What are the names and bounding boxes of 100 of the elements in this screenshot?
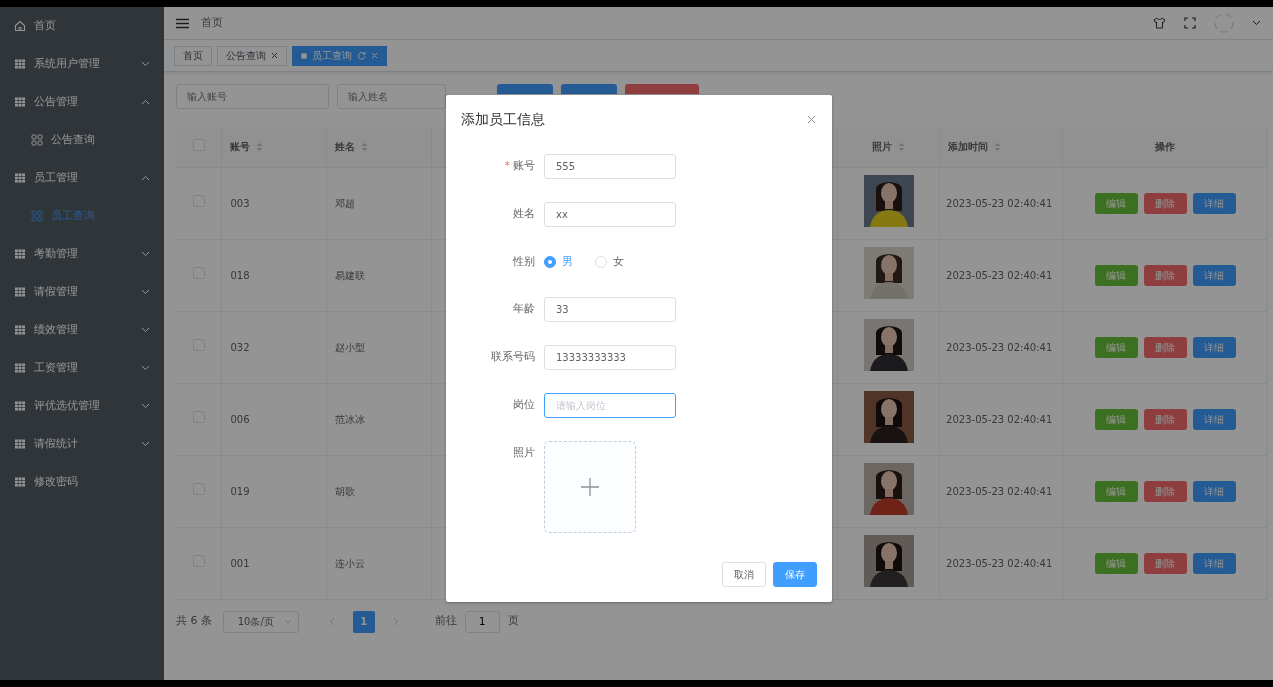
menu-item[interactable]: 公告管理 — [0, 83, 164, 121]
menu-item[interactable]: 绩效管理 — [0, 311, 164, 349]
breadcrumb[interactable]: 首页 — [201, 14, 223, 32]
form-label: 照片 — [513, 446, 535, 459]
refresh-icon — [357, 51, 366, 60]
menu-icon[interactable] — [176, 17, 189, 29]
table-cell: 易建联 — [335, 269, 366, 281]
input-field[interactable]: 555 — [544, 154, 676, 179]
page-size-select[interactable]: 10条/页 — [222, 610, 299, 633]
menu-item[interactable]: 修改密码 — [0, 463, 164, 501]
close-icon[interactable] — [807, 115, 816, 124]
radio-option[interactable]: 女 — [595, 250, 624, 274]
delete-button[interactable]: 删除 — [1143, 552, 1187, 574]
detail-button[interactable]: 详细 — [1192, 408, 1236, 430]
grid-icon — [14, 324, 26, 336]
tab[interactable]: 首页 — [174, 45, 212, 66]
grid-icon — [14, 400, 26, 412]
table-cell: 胡歌 — [335, 485, 356, 497]
column-header[interactable]: 账号 — [230, 139, 251, 155]
menu-item[interactable]: 工资管理 — [0, 349, 164, 387]
menu-item[interactable]: 公告查询 — [0, 121, 164, 159]
toolbar-button[interactable] — [625, 84, 699, 94]
form-label: 性别 — [513, 255, 535, 268]
toolbar-button[interactable] — [561, 84, 617, 94]
fullscreen-icon[interactable] — [1184, 17, 1196, 29]
grid-icon — [14, 286, 26, 298]
table-cell: 赵小型 — [335, 341, 366, 353]
page-input[interactable]: 1 — [464, 610, 500, 633]
detail-button[interactable]: 详细 — [1192, 480, 1236, 502]
grid-icon — [14, 172, 26, 184]
edit-button[interactable]: 编辑 — [1094, 408, 1138, 430]
column-header: 操作 — [1155, 140, 1176, 155]
column-header[interactable]: 姓名 — [335, 139, 356, 155]
edit-button[interactable]: 编辑 — [1094, 552, 1138, 574]
table-cell: 019 — [230, 485, 250, 497]
edit-button[interactable]: 编辑 — [1094, 480, 1138, 502]
column-header[interactable]: 照片 — [872, 139, 893, 155]
tab[interactable]: 员工查询 — [292, 45, 387, 66]
edit-button[interactable]: 编辑 — [1094, 336, 1138, 358]
menu-item[interactable]: 请假管理 — [0, 273, 164, 311]
total-count: 共 6 条 — [176, 613, 212, 630]
detail-button[interactable]: 详细 — [1192, 192, 1236, 214]
input-field[interactable]: 13333333333 — [544, 345, 676, 370]
plus-icon — [580, 477, 600, 497]
caret-icon — [283, 619, 292, 624]
shirt-icon[interactable] — [1153, 17, 1166, 29]
filter-field[interactable]: 输入姓名 — [337, 84, 446, 109]
grid-icon — [14, 96, 26, 108]
form-label: 姓名 — [513, 207, 535, 220]
upload-area[interactable] — [544, 441, 636, 533]
page-button[interactable]: 1 — [352, 610, 375, 633]
delete-button[interactable]: 删除 — [1143, 264, 1187, 286]
apps-icon — [31, 134, 43, 146]
prev-icon — [328, 617, 335, 626]
toolbar-button[interactable] — [497, 84, 553, 94]
table-cell: 范冰冰 — [335, 413, 366, 425]
detail-button[interactable]: 详细 — [1192, 264, 1236, 286]
table-cell: 2023-05-23 02:40:41 — [946, 269, 1053, 281]
close-icon — [271, 52, 278, 59]
menu-item[interactable]: 首页 — [0, 7, 164, 45]
table-cell: 2023-05-23 02:40:41 — [946, 557, 1053, 569]
caret-icon — [1252, 20, 1261, 26]
column-header[interactable]: 添加时间 — [948, 139, 989, 155]
menu-item[interactable]: 评优选优管理 — [0, 387, 164, 425]
table-cell: 003 — [230, 197, 250, 209]
grid-icon — [14, 362, 26, 374]
cancel-button[interactable]: 取消 — [722, 562, 766, 587]
form-label: 年龄 — [513, 302, 535, 315]
form-label: 联系号码 — [491, 350, 535, 363]
save-button[interactable]: 保存 — [773, 562, 817, 587]
table-cell: 2023-05-23 02:40:41 — [946, 341, 1053, 353]
delete-button[interactable]: 删除 — [1143, 480, 1187, 502]
table-cell: 2023-05-23 02:40:41 — [946, 485, 1053, 497]
next-icon — [392, 617, 399, 626]
apps-icon — [31, 210, 43, 222]
table-cell: 2023-05-23 02:40:41 — [946, 413, 1053, 425]
menu-item[interactable]: 请假统计 — [0, 425, 164, 463]
detail-button[interactable]: 详细 — [1192, 552, 1236, 574]
edit-button[interactable]: 编辑 — [1094, 264, 1138, 286]
tab[interactable]: 公告查询 — [217, 45, 287, 66]
table-cell: 001 — [230, 557, 250, 569]
form-label: 账号 — [513, 159, 535, 172]
input-field[interactable]: 33 — [544, 297, 676, 322]
menu-item[interactable]: 系统用户管理 — [0, 45, 164, 83]
dialog-title: 添加员工信息 — [461, 110, 545, 129]
menu-item[interactable]: 考勤管理 — [0, 235, 164, 273]
edit-button[interactable]: 编辑 — [1094, 192, 1138, 214]
grid-icon — [14, 248, 26, 260]
delete-button[interactable]: 删除 — [1143, 408, 1187, 430]
delete-button[interactable]: 删除 — [1143, 336, 1187, 358]
filter-field[interactable]: 输入账号 — [176, 84, 329, 109]
form-label: 岗位 — [513, 398, 535, 411]
table-cell: 032 — [230, 341, 250, 353]
required-mark: * — [504, 159, 510, 172]
menu-item[interactable]: 员工管理 — [0, 159, 164, 197]
detail-button[interactable]: 详细 — [1192, 336, 1236, 358]
input-field[interactable]: xx — [544, 202, 676, 227]
delete-button[interactable]: 删除 — [1143, 192, 1187, 214]
grid-icon — [14, 58, 26, 70]
radio-option[interactable]: 男 — [544, 250, 573, 274]
